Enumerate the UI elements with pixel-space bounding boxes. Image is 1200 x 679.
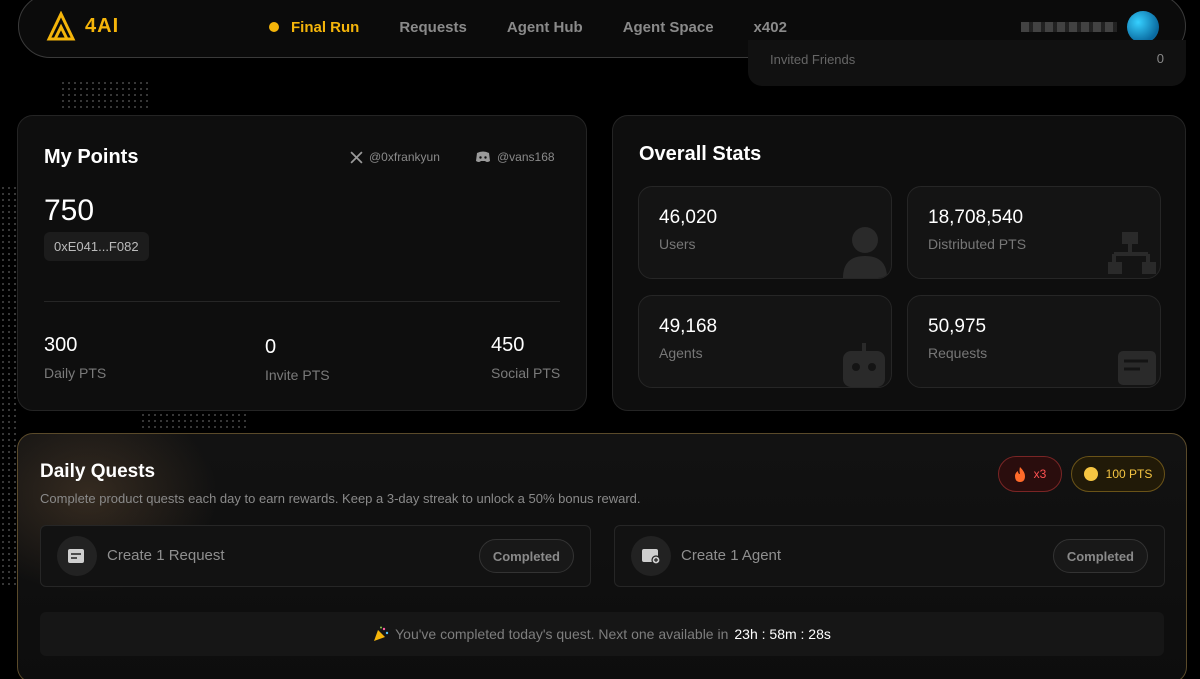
stat-value: 450: [491, 334, 525, 356]
nav-link-requests[interactable]: Requests: [399, 19, 467, 36]
quest-label: Create 1 Agent: [681, 547, 782, 564]
reward-amount: 100 PTS: [1105, 467, 1153, 481]
active-dot-icon: [269, 22, 279, 32]
robot-icon: [843, 343, 885, 387]
dot-pattern: [60, 80, 150, 110]
daily-quests-description: Complete product quests each day to earn…: [40, 491, 641, 506]
quest-label: Create 1 Request: [107, 547, 225, 564]
reward-badge: 100 PTS: [1071, 456, 1165, 492]
countdown-timer: 23h : 58m : 28s: [734, 626, 831, 642]
quest-create-request[interactable]: Create 1 Request Completed: [40, 525, 591, 587]
invited-friends-value: 0: [1156, 51, 1164, 66]
stat-label: Daily PTS: [44, 365, 107, 381]
invite-card-partial: Invited Friends 0: [748, 40, 1186, 86]
nav-link-label: Final Run: [291, 18, 360, 36]
quest-complete-banner: You've completed today's quest. Next one…: [40, 612, 1164, 656]
user-icon: [843, 227, 887, 278]
total-points: 750: [44, 194, 95, 227]
stat-tile-users: 46,020 Users: [638, 186, 892, 279]
discord-handle[interactable]: @vans168: [475, 150, 555, 164]
wallet-address-badge[interactable]: 0xE041...F082: [44, 232, 149, 261]
stat-tile-distributed-pts: 18,708,540 Distributed PTS: [907, 186, 1161, 279]
daily-quests-card: Daily Quests Complete product quests eac…: [17, 433, 1187, 679]
coin-icon: [1083, 467, 1098, 481]
nav-link-final-run[interactable]: Final Run: [269, 19, 359, 36]
request-icon: [57, 536, 97, 576]
invited-friends-label: Invited Friends: [770, 52, 856, 67]
distribution-icon: [1108, 232, 1156, 274]
overall-stats-card: Overall Stats 46,020 Users 18,708,540 Di…: [612, 115, 1186, 411]
party-popper-icon: [374, 626, 389, 641]
overall-stats-title: Overall Stats: [639, 143, 762, 165]
tile-label: Users: [659, 236, 696, 252]
quest-create-agent[interactable]: Create 1 Agent Completed: [614, 525, 1165, 587]
twitter-handle[interactable]: @0xfrankyun: [350, 150, 440, 164]
discord-handle-text: @vans168: [497, 150, 555, 164]
dot-pattern: [140, 412, 250, 432]
tile-label: Requests: [928, 345, 988, 361]
request-icon: [1118, 351, 1156, 385]
banner-text: You've completed today's quest. Next one…: [395, 626, 729, 642]
stat-social-pts: 450 Social PTS: [491, 334, 560, 381]
tile-value: 49,168: [659, 316, 718, 337]
stat-daily-pts: 300 Daily PTS: [44, 334, 106, 381]
x-icon: [350, 150, 363, 164]
fire-icon: [1014, 466, 1025, 482]
stat-tile-agents: 49,168 Agents: [638, 295, 892, 388]
tile-label: Distributed PTS: [928, 236, 1027, 252]
stat-value: 300: [44, 334, 78, 356]
divider: [44, 301, 560, 302]
discord-icon: [476, 151, 490, 162]
logo-text: 4AI: [85, 14, 120, 37]
nav-links: Final Run Requests Agent Hub Agent Space…: [269, 0, 787, 59]
avatar[interactable]: [1127, 11, 1159, 43]
tile-label: Agents: [659, 345, 703, 361]
streak-count: x3: [1033, 467, 1047, 481]
my-points-card: My Points @0xfrankyun @vans168 750 0xE04…: [17, 115, 587, 411]
tile-value: 50,975: [928, 316, 987, 337]
tile-value: 46,020: [659, 207, 718, 228]
logo-icon: [46, 11, 76, 41]
nav-link-agent-space[interactable]: Agent Space: [623, 19, 714, 36]
stat-label: Invite PTS: [265, 367, 330, 383]
stat-invite-pts: 0 Invite PTS: [265, 336, 330, 383]
my-points-title: My Points: [44, 146, 139, 168]
nav-link-x402[interactable]: x402: [754, 19, 787, 36]
logo[interactable]: 4AI: [45, 11, 119, 41]
dot-pattern: [0, 185, 18, 585]
stat-tile-requests: 50,975 Requests: [907, 295, 1161, 388]
wallet-address-redacted: [1021, 22, 1117, 32]
stat-label: Social PTS: [491, 365, 561, 381]
quest-status-badge: Completed: [1052, 539, 1148, 573]
agent-icon: [631, 536, 671, 576]
quest-status-badge: Completed: [478, 539, 574, 573]
twitter-handle-text: @0xfrankyun: [369, 150, 440, 164]
stat-value: 0: [265, 336, 277, 358]
daily-quests-title: Daily Quests: [40, 461, 156, 482]
streak-badge: x3: [998, 456, 1062, 492]
nav-link-agent-hub[interactable]: Agent Hub: [507, 19, 583, 36]
tile-value: 18,708,540: [928, 207, 1024, 228]
